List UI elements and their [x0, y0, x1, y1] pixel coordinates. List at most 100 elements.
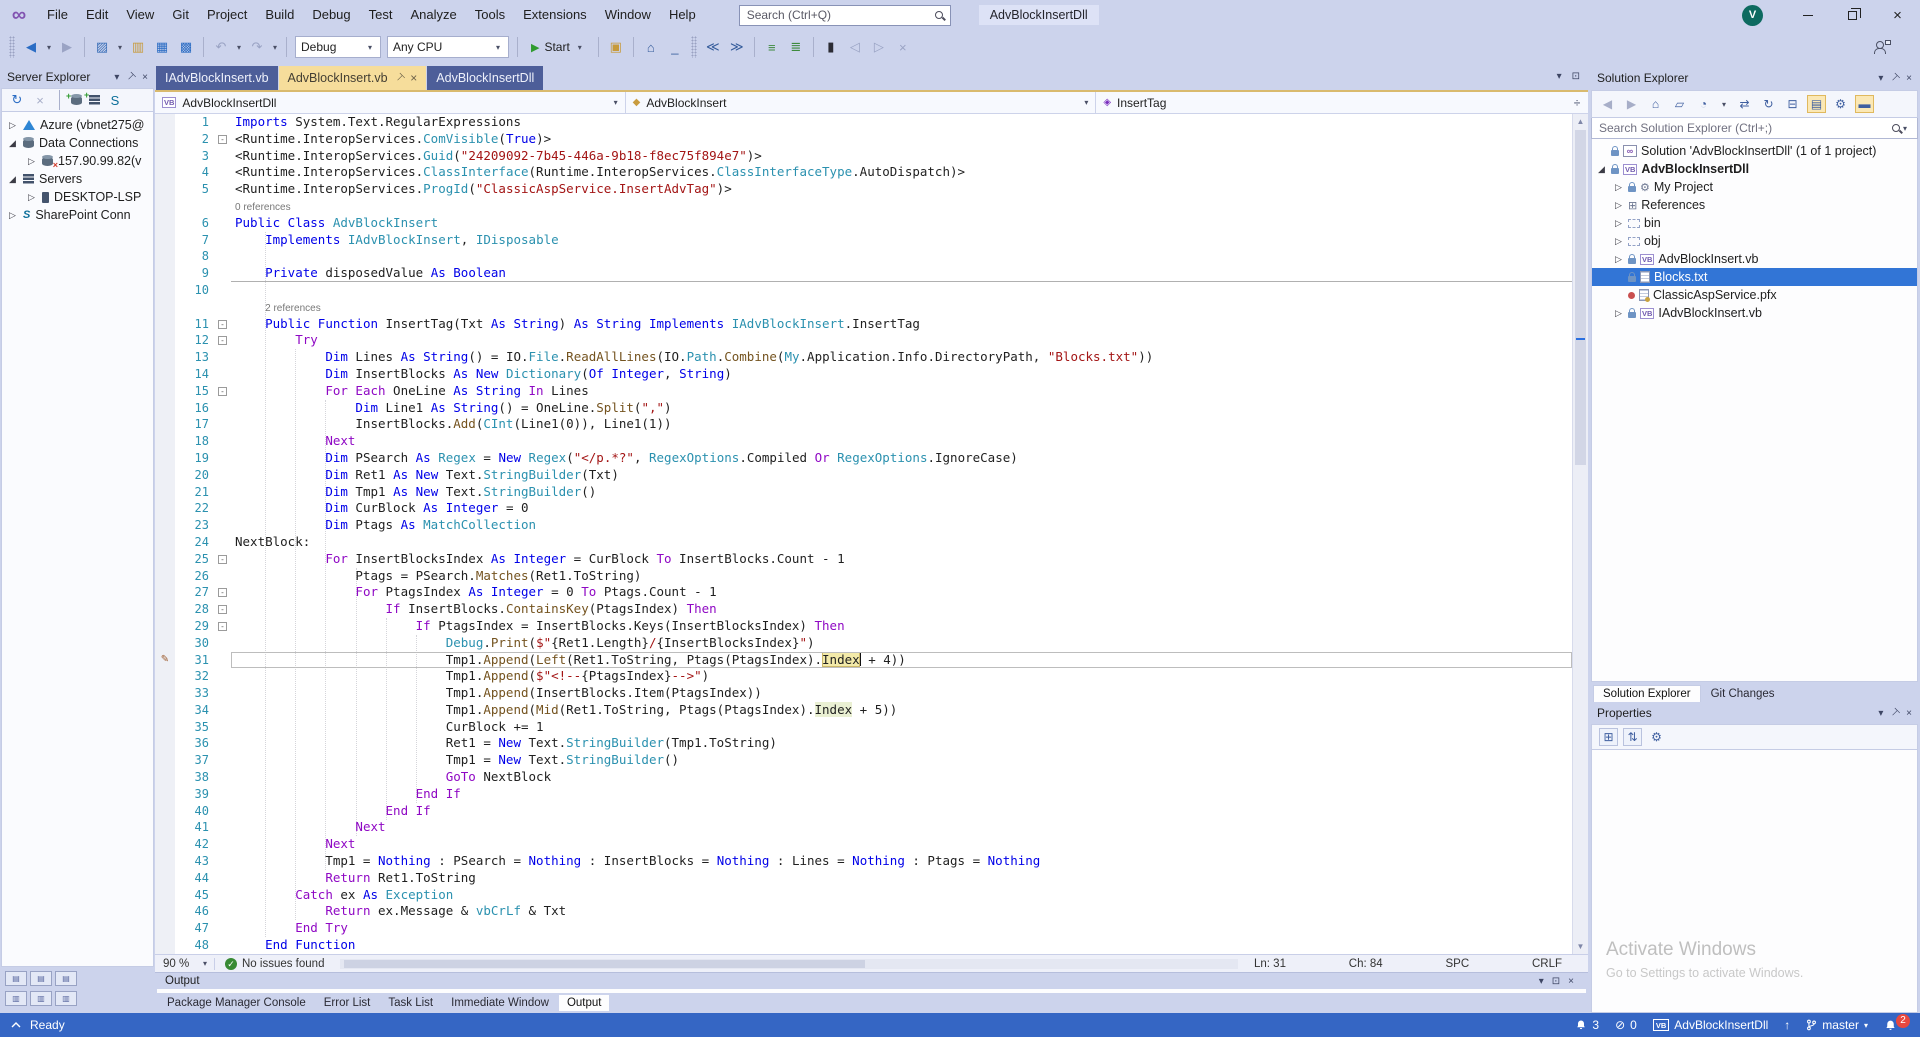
solution-item-my-project[interactable]: ▷ ⚙ My Project — [1592, 178, 1917, 196]
clear-bookmarks-icon[interactable]: × — [892, 40, 914, 55]
tab-iadvblockinsert-vb[interactable]: IAdvBlockInsert.vb — [156, 66, 278, 90]
member-dropdown[interactable]: ◈ InsertTag — [1096, 92, 1566, 113]
undo-icon[interactable]: ↶ — [210, 39, 232, 55]
code-line[interactable]: ✎ 31 Tmp1.Append(Left(Ret1.ToString, Ptag… — [155, 651, 1572, 669]
panel-tab-solution-explorer[interactable]: Solution Explorer — [1593, 685, 1701, 702]
code-line[interactable]: 13 Dim Lines As String() = IO.File.ReadA… — [155, 349, 1572, 366]
code-line[interactable]: 43 Tmp1 = Nothing : PSearch = Nothing : … — [155, 853, 1572, 870]
code-line[interactable]: 47 End Try — [155, 920, 1572, 938]
code-editor[interactable]: 1 Imports System.Text.RegularExpressions 2… — [155, 114, 1572, 954]
refresh-icon[interactable]: ↻ — [1760, 96, 1777, 112]
code-line[interactable]: 22 Dim CurBlock As Integer = 0 — [155, 500, 1572, 518]
close-icon[interactable]: × — [1906, 708, 1912, 719]
close-icon[interactable]: × — [142, 72, 148, 83]
find-in-files-icon[interactable]: ▣ — [605, 39, 627, 55]
code-line[interactable]: 12- Try — [155, 332, 1572, 350]
output-title-bar[interactable]: Output ▾ ⊡ × — [155, 973, 1588, 989]
maximize-panel-icon[interactable]: ⊡ — [1552, 976, 1560, 987]
background-tasks-icon[interactable] — [10, 1019, 22, 1031]
code-line[interactable]: 33 Tmp1.Append(InsertBlocks.Item(PtagsIn… — [155, 685, 1572, 702]
repository-indicator[interactable]: VB AdvBlockInsertDll — [1652, 1018, 1768, 1032]
restore-button[interactable] — [1830, 0, 1875, 30]
code-line[interactable]: 30 Debug.Print($"{Ret1.Length}/{InsertBl… — [155, 634, 1572, 652]
menu-git[interactable]: Git — [163, 0, 198, 30]
property-pages-icon[interactable]: ⚙ — [1648, 729, 1665, 745]
save-all-icon[interactable]: ▩ — [175, 39, 197, 55]
window-menu-icon[interactable]: ▾ — [1539, 976, 1544, 987]
code-line[interactable]: 39 End If — [155, 785, 1572, 803]
preview-selected-icon[interactable]: ▬ — [1856, 96, 1873, 112]
tree-item-azure-vbnet275[interactable]: ▷ Azure (vbnet275@ — [2, 116, 153, 134]
pin-icon[interactable]: ⊤ — [1888, 71, 1902, 85]
expander-icon[interactable]: ▷ — [26, 156, 37, 167]
branch-indicator[interactable]: master ▾ — [1806, 1018, 1868, 1032]
bottom-tab-task-list[interactable]: Task List — [380, 995, 441, 1011]
chevron-down-icon[interactable]: ▾ — [270, 43, 280, 52]
chevron-down-icon[interactable]: ▾ — [234, 43, 244, 52]
nav-back-icon[interactable]: ◀ — [20, 39, 42, 55]
menu-window[interactable]: Window — [596, 0, 660, 30]
code-line[interactable]: 32 Tmp1.Append($"<!--{PtagsIndex}-->") — [155, 668, 1572, 686]
switch-views-icon[interactable]: ▱ — [1671, 96, 1688, 112]
float-window-icon[interactable]: ⊡ — [1572, 71, 1580, 82]
code-line[interactable]: 37 Tmp1 = New Text.StringBuilder() — [155, 752, 1572, 770]
close-icon[interactable]: × — [410, 71, 417, 85]
solution-item-classicaspservice-pfx[interactable]: ClassicAspService.pfx — [1592, 286, 1917, 304]
window-menu-icon[interactable]: ▾ — [1878, 708, 1883, 719]
document-health-indicator[interactable]: ✓ No issues found — [225, 957, 324, 970]
panel-tab-git-changes[interactable]: Git Changes — [1702, 686, 1784, 702]
code-line[interactable]: 45 Catch ex As Exception — [155, 886, 1572, 904]
bottom-tab-output[interactable]: Output — [558, 995, 610, 1011]
properties-title-bar[interactable]: Properties ▾ ⊤ × — [1591, 702, 1918, 724]
solution-item-references[interactable]: ▷ ⊞ References — [1592, 196, 1917, 214]
code-line[interactable]: 42 Next — [155, 836, 1572, 854]
platform-combo[interactable]: Any CPU ▾ — [387, 36, 509, 58]
alphabetical-icon[interactable]: ⇅ — [1624, 729, 1641, 745]
zoom-combo[interactable]: 90 % ▾ — [159, 957, 215, 970]
solution-item-advblockinsert-vb[interactable]: ▷ VB AdvBlockInsert.vb — [1592, 250, 1917, 268]
menu-test[interactable]: Test — [360, 0, 402, 30]
nav-forward-icon[interactable]: ▶ — [56, 39, 78, 55]
quick-search-input[interactable]: Search (Ctrl+Q) — [738, 4, 951, 26]
next-bookmark-icon[interactable]: ▷ — [868, 39, 890, 55]
fold-collapse-icon[interactable]: - — [218, 386, 227, 396]
fold-collapse-icon[interactable]: - — [218, 554, 227, 564]
code-line[interactable]: 23 Dim Ptags As MatchCollection — [155, 517, 1572, 534]
code-line[interactable]: 5 <Runtime.InteropServices.ProgId("Classi… — [155, 181, 1572, 198]
code-line[interactable]: 15- For Each OneLine As String In Lines — [155, 382, 1572, 400]
fold-collapse-icon[interactable]: - — [218, 336, 227, 346]
expander-icon[interactable]: ▷ — [1613, 236, 1624, 247]
code-line[interactable]: 21 Dim Tmp1 As New Text.StringBuilder() — [155, 483, 1572, 501]
connect-database-icon[interactable]: + — [66, 91, 82, 105]
expander-icon[interactable]: ▷ — [1613, 308, 1624, 319]
menu-help[interactable]: Help — [660, 0, 705, 30]
scrollbar-thumb[interactable] — [1575, 130, 1586, 465]
tab-list-dropdown-icon[interactable]: ▾ — [1557, 71, 1562, 82]
pin-icon[interactable]: ⊤ — [392, 71, 406, 85]
code-line[interactable]: 1 Imports System.Text.RegularExpressions — [155, 114, 1572, 131]
code-line[interactable]: 0 references — [155, 197, 1572, 215]
new-project-icon[interactable]: ▨ — [91, 39, 113, 55]
categorized-icon[interactable]: ⊞ — [1600, 729, 1617, 745]
window-menu-icon[interactable]: ▾ — [1878, 73, 1883, 84]
menu-build[interactable]: Build — [256, 0, 303, 30]
menu-tools[interactable]: Tools — [466, 0, 514, 30]
fold-collapse-icon[interactable]: - — [218, 319, 227, 329]
outgoing-commits-indicator[interactable]: ↑ — [1784, 1018, 1790, 1032]
code-line[interactable]: 16 Dim Line1 As String() = OneLine.Split… — [155, 399, 1572, 417]
docked-panel-icon[interactable]: ▥ — [30, 991, 52, 1006]
docked-panel-icon[interactable]: ▤ — [5, 971, 27, 986]
code-line[interactable]: 10 — [155, 281, 1572, 299]
navigate-forward-code-icon[interactable]: ≫ — [726, 39, 748, 55]
refresh-icon[interactable]: ↻ — [9, 92, 25, 108]
navigate-backward-code-icon[interactable]: ≪ — [702, 39, 724, 55]
fold-collapse-icon[interactable]: - — [218, 605, 227, 615]
fold-collapse-icon[interactable]: - — [218, 134, 227, 144]
pin-icon[interactable]: ⊤ — [124, 70, 138, 84]
forward-icon[interactable]: ▶ — [1623, 96, 1640, 112]
code-line[interactable]: 26 Ptags = PSearch.Matches(Ret1.ToString… — [155, 567, 1572, 585]
docked-panel-icon[interactable]: ▤ — [30, 971, 52, 986]
window-menu-icon[interactable]: ▾ — [114, 72, 119, 83]
menu-edit[interactable]: Edit — [77, 0, 117, 30]
type-dropdown[interactable]: ◆ AdvBlockInsert ▾ — [626, 92, 1097, 113]
